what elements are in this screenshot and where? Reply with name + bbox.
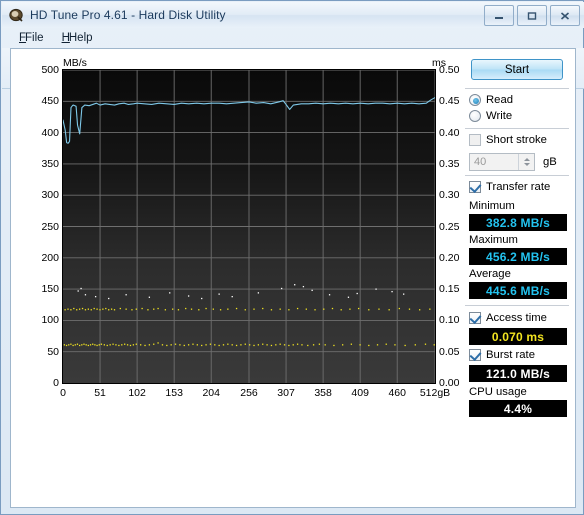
maximum-value: 456.2 MB/s — [469, 248, 567, 265]
radio-read-label: Read — [486, 94, 514, 106]
chart-y-tick: 0 — [53, 377, 59, 389]
window-controls — [484, 5, 580, 26]
chart-x-tick: 153 — [165, 387, 183, 399]
divider-3 — [465, 175, 569, 176]
title-bar: HD Tune Pro 4.61 - Hard Disk Utility — [2, 2, 584, 28]
chart-y-tick: 50 — [47, 345, 59, 358]
menu-file[interactable]: FFile — [10, 30, 53, 46]
average-label: Average — [469, 268, 511, 280]
radio-write-label: Write — [486, 110, 513, 122]
chart-y-tick: 100 — [41, 314, 59, 327]
radio-write-indicator — [469, 110, 481, 122]
benchmark-chart: MB/s ms 0 50 100 150 200 250 300 350 400 450 500 0… — [23, 57, 459, 399]
chart-y-axis-label: MB/s — [63, 57, 87, 69]
chart-y-tick: 350 — [41, 157, 59, 170]
checkbox-burst-rate[interactable]: Burst rate — [469, 349, 535, 361]
chart-x-tick: 204 — [202, 387, 220, 399]
start-button-label: Start — [504, 63, 530, 76]
checkbox-transfer-rate[interactable]: Transfer rate — [469, 181, 550, 193]
chart-x-tick: 409 — [351, 387, 369, 399]
short-stroke-stepper[interactable]: 40 — [469, 153, 535, 171]
chart-y-tick: 200 — [41, 251, 59, 264]
start-button[interactable]: Start — [471, 59, 563, 80]
chart-y-tick: 500 — [41, 64, 59, 76]
chart-x-tick: 307 — [277, 387, 295, 399]
chart-y-tick: 400 — [41, 126, 59, 139]
cpu-usage-value: 4.4% — [469, 400, 567, 417]
radio-read[interactable]: Read — [469, 94, 513, 106]
chart-x-tick: 358 — [314, 387, 332, 399]
divider-1 — [465, 88, 569, 89]
short-stroke-unit: gB — [543, 156, 557, 168]
average-value: 445.6 MB/s — [469, 282, 567, 299]
short-stroke-value: 40 — [474, 156, 487, 168]
maximize-button[interactable] — [517, 5, 547, 26]
chart-plot-area — [62, 69, 436, 384]
menu-bar: FFile HHelp — [2, 28, 584, 48]
menu-help-label: Help — [68, 32, 93, 44]
minimize-button[interactable] — [484, 5, 514, 26]
chart-x-tick: 102 — [128, 387, 146, 399]
chart-x-tick: 460 — [388, 387, 406, 399]
maximum-label: Maximum — [469, 234, 518, 246]
access-time-value: 0.070 ms — [469, 328, 567, 345]
stepper-arrows[interactable] — [518, 154, 534, 170]
radio-read-indicator — [469, 94, 481, 106]
radio-write[interactable]: Write — [469, 110, 512, 122]
minimum-label: Minimum — [469, 200, 515, 212]
chart-y-tick: 300 — [41, 189, 59, 202]
checkbox-short-stroke-label: Short stroke — [486, 134, 547, 146]
checkbox-transfer-rate-indicator — [469, 181, 481, 193]
chart-x-tick: 51 — [94, 387, 106, 399]
chart-y-tick: 450 — [41, 95, 59, 108]
menu-help[interactable]: HHelp — [53, 30, 102, 46]
benchmark-controls: Start Read Write Short stroke 40 gB Tran… — [463, 55, 571, 499]
chart-svg — [63, 70, 435, 383]
stepper-up-icon[interactable] — [523, 158, 530, 161]
checkbox-burst-rate-indicator — [469, 349, 481, 361]
chart-y-tick: 150 — [41, 283, 59, 296]
chart-x-tick: 0 — [60, 387, 66, 399]
checkbox-burst-rate-label: Burst rate — [486, 349, 535, 361]
stepper-down-icon[interactable] — [523, 163, 530, 166]
checkbox-access-time-label: Access time — [486, 312, 547, 324]
hdtune-logo-icon — [8, 7, 24, 23]
cpu-usage-label: CPU usage — [469, 386, 527, 398]
minimum-value: 382.8 MB/s — [469, 214, 567, 231]
close-button[interactable] — [550, 5, 580, 26]
checkbox-access-time-indicator — [469, 312, 481, 324]
chart-x-tick: 256 — [240, 387, 258, 399]
checkbox-short-stroke-indicator — [469, 134, 481, 146]
benchmark-panel: MB/s ms 0 50 100 150 200 250 300 350 400 450 500 0… — [10, 48, 576, 508]
chart-y-tick: 250 — [41, 220, 59, 233]
divider-4 — [465, 305, 569, 306]
menu-file-label: File — [25, 32, 44, 44]
chart-x-tick: 512gB — [419, 387, 451, 399]
divider-2 — [465, 128, 569, 129]
hd-tune-window: HD Tune Pro 4.61 - Hard Disk Utility FFi… — [0, 0, 584, 515]
checkbox-transfer-rate-label: Transfer rate — [486, 181, 551, 193]
checkbox-access-time[interactable]: Access time — [469, 312, 547, 324]
window-title: HD Tune Pro 4.61 - Hard Disk Utility — [30, 8, 226, 22]
burst-rate-value: 121.0 MB/s — [469, 365, 567, 382]
checkbox-short-stroke[interactable]: Short stroke — [469, 134, 547, 146]
